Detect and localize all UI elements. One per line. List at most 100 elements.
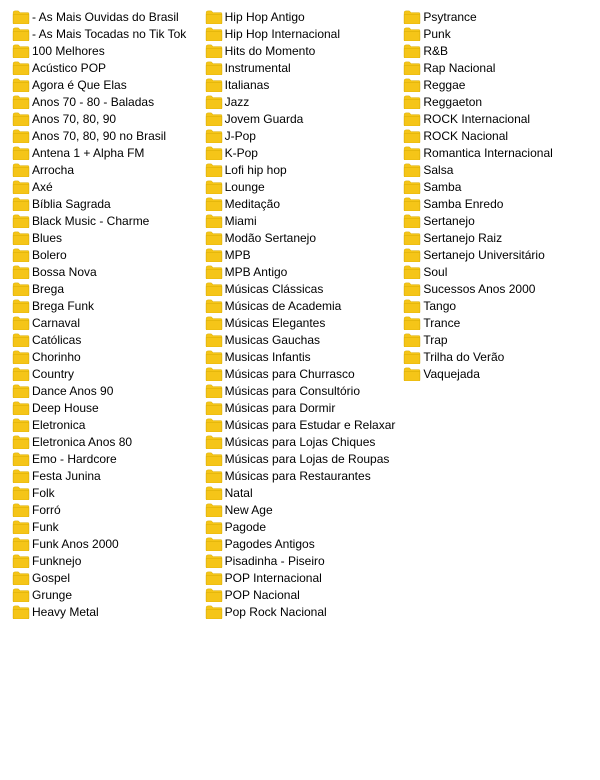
folder-item[interactable]: Festa Junina <box>8 467 201 484</box>
folder-item[interactable]: Eletronica <box>8 416 201 433</box>
folder-item[interactable]: Funk Anos 2000 <box>8 535 201 552</box>
folder-item[interactable]: Rap Nacional <box>399 59 592 76</box>
folder-item[interactable]: Trilha do Verão <box>399 348 592 365</box>
folder-icon <box>12 44 28 57</box>
folder-item[interactable]: POP Nacional <box>201 586 400 603</box>
folder-icon <box>12 333 28 346</box>
folder-item[interactable]: Gospel <box>8 569 201 586</box>
folder-item[interactable]: J-Pop <box>201 127 400 144</box>
folder-item[interactable]: Samba <box>399 178 592 195</box>
folder-item[interactable]: Pagodes Antigos <box>201 535 400 552</box>
folder-item[interactable]: R&B <box>399 42 592 59</box>
folder-item[interactable]: Anos 70, 80, 90 no Brasil <box>8 127 201 144</box>
folder-item[interactable]: Hits do Momento <box>201 42 400 59</box>
folder-item[interactable]: Natal <box>201 484 400 501</box>
folder-item[interactable]: K-Pop <box>201 144 400 161</box>
folder-item[interactable]: Funknejo <box>8 552 201 569</box>
folder-item[interactable]: Grunge <box>8 586 201 603</box>
folder-item[interactable]: Músicas de Academia <box>201 297 400 314</box>
folder-item[interactable]: Carnaval <box>8 314 201 331</box>
folder-item[interactable]: Músicas Elegantes <box>201 314 400 331</box>
folder-item[interactable]: Black Music - Charme <box>8 212 201 229</box>
folder-item[interactable]: Deep House <box>8 399 201 416</box>
folder-item[interactable]: Hip Hop Antigo <box>201 8 400 25</box>
folder-item[interactable]: Musicas Gauchas <box>201 331 400 348</box>
folder-item[interactable]: Bolero <box>8 246 201 263</box>
folder-item[interactable]: - As Mais Tocadas no Tik Tok <box>8 25 201 42</box>
folder-item[interactable]: Samba Enredo <box>399 195 592 212</box>
folder-item[interactable]: Romantica Internacional <box>399 144 592 161</box>
folder-item[interactable]: Italianas <box>201 76 400 93</box>
folder-item[interactable]: Agora é Que Elas <box>8 76 201 93</box>
folder-item[interactable]: Pisadinha - Piseiro <box>201 552 400 569</box>
folder-item[interactable]: MPB <box>201 246 400 263</box>
folder-item[interactable]: Miami <box>201 212 400 229</box>
folder-item[interactable]: Forró <box>8 501 201 518</box>
folder-icon <box>12 248 28 261</box>
folder-item[interactable]: Emo - Hardcore <box>8 450 201 467</box>
folder-item[interactable]: Músicas Clássicas <box>201 280 400 297</box>
folder-item[interactable]: Instrumental <box>201 59 400 76</box>
folder-item[interactable]: Bíblia Sagrada <box>8 195 201 212</box>
folder-item[interactable]: Funk <box>8 518 201 535</box>
folder-item[interactable]: Vaquejada <box>399 365 592 382</box>
folder-item[interactable]: - As Mais Ouvidas do Brasil <box>8 8 201 25</box>
folder-item[interactable]: Músicas para Dormir <box>201 399 400 416</box>
folder-item[interactable]: Músicas para Churrasco <box>201 365 400 382</box>
folder-item[interactable]: Acústico POP <box>8 59 201 76</box>
folder-item[interactable]: Salsa <box>399 161 592 178</box>
folder-item[interactable]: Brega <box>8 280 201 297</box>
folder-item[interactable]: Músicas para Restaurantes <box>201 467 400 484</box>
folder-item[interactable]: Psytrance <box>399 8 592 25</box>
folder-label: Gospel <box>32 571 70 585</box>
folder-item[interactable]: Bossa Nova <box>8 263 201 280</box>
folder-item[interactable]: Meditação <box>201 195 400 212</box>
folder-item[interactable]: Músicas para Estudar e Relaxar <box>201 416 400 433</box>
folder-item[interactable]: Católicas <box>8 331 201 348</box>
folder-item[interactable]: New Age <box>201 501 400 518</box>
folder-item[interactable]: Blues <box>8 229 201 246</box>
folder-item[interactable]: Punk <box>399 25 592 42</box>
folder-item[interactable]: Músicas para Lojas de Roupas <box>201 450 400 467</box>
folder-item[interactable]: POP Internacional <box>201 569 400 586</box>
folder-item[interactable]: Reggaeton <box>399 93 592 110</box>
folder-item[interactable]: 100 Melhores <box>8 42 201 59</box>
folder-icon <box>403 10 419 23</box>
folder-item[interactable]: MPB Antigo <box>201 263 400 280</box>
folder-item[interactable]: Sertanejo Universitário <box>399 246 592 263</box>
folder-item[interactable]: Musicas Infantis <box>201 348 400 365</box>
folder-item[interactable]: Country <box>8 365 201 382</box>
folder-item[interactable]: Lounge <box>201 178 400 195</box>
folder-item[interactable]: Músicas para Consultório <box>201 382 400 399</box>
folder-item[interactable]: Modão Sertanejo <box>201 229 400 246</box>
folder-item[interactable]: Anos 70, 80, 90 <box>8 110 201 127</box>
folder-item[interactable]: Reggae <box>399 76 592 93</box>
folder-item[interactable]: Soul <box>399 263 592 280</box>
folder-item[interactable]: Folk <box>8 484 201 501</box>
folder-item[interactable]: Músicas para Lojas Chiques <box>201 433 400 450</box>
folder-item[interactable]: Anos 70 - 80 - Baladas <box>8 93 201 110</box>
folder-item[interactable]: Sertanejo Raiz <box>399 229 592 246</box>
folder-item[interactable]: Brega Funk <box>8 297 201 314</box>
folder-item[interactable]: Arrocha <box>8 161 201 178</box>
folder-item[interactable]: Antena 1 + Alpha FM <box>8 144 201 161</box>
folder-item[interactable]: ROCK Nacional <box>399 127 592 144</box>
folder-item[interactable]: Pagode <box>201 518 400 535</box>
folder-item[interactable]: Dance Anos 90 <box>8 382 201 399</box>
folder-item[interactable]: Chorinho <box>8 348 201 365</box>
folder-item[interactable]: Sucessos Anos 2000 <box>399 280 592 297</box>
folder-item[interactable]: Tango <box>399 297 592 314</box>
folder-item[interactable]: ROCK Internacional <box>399 110 592 127</box>
folder-item[interactable]: Axé <box>8 178 201 195</box>
folder-item[interactable]: Hip Hop Internacional <box>201 25 400 42</box>
folder-item[interactable]: Jovem Guarda <box>201 110 400 127</box>
folder-item[interactable]: Pop Rock Nacional <box>201 603 400 620</box>
folder-item[interactable]: Heavy Metal <box>8 603 201 620</box>
folder-item[interactable]: Eletronica Anos 80 <box>8 433 201 450</box>
folder-item[interactable]: Lofi hip hop <box>201 161 400 178</box>
folder-label: Músicas para Churrasco <box>225 367 355 381</box>
folder-item[interactable]: Sertanejo <box>399 212 592 229</box>
folder-item[interactable]: Trance <box>399 314 592 331</box>
folder-item[interactable]: Trap <box>399 331 592 348</box>
folder-item[interactable]: Jazz <box>201 93 400 110</box>
